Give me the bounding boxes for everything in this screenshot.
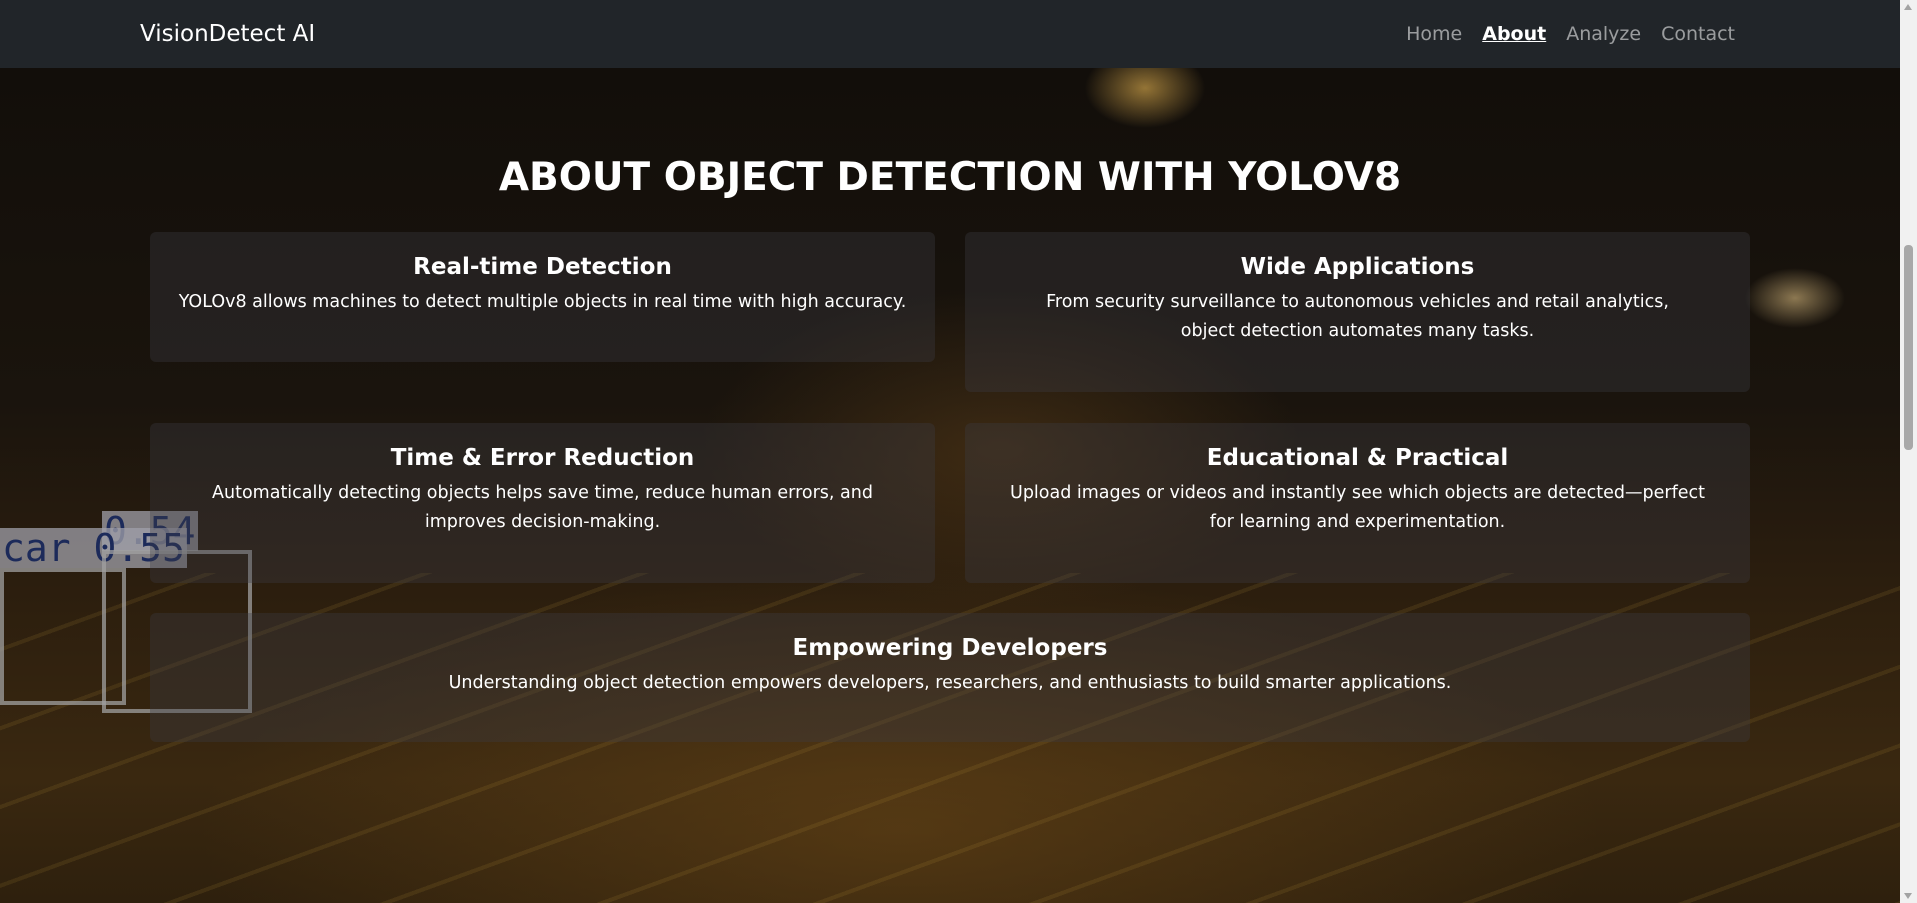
feature-card: Real-time Detection YOLOv8 allows machin…	[150, 232, 935, 362]
navbar: VisionDetect AI Home About Analyze Conta…	[0, 0, 1900, 68]
card-title: Time & Error Reduction	[390, 445, 695, 471]
nav-links: Home About Analyze Contact	[1406, 23, 1735, 45]
card-text: YOLOv8 allows machines to detect multipl…	[178, 292, 907, 312]
card-text: Automatically detecting objects helps sa…	[212, 483, 873, 532]
card-title: Empowering Developers	[792, 635, 1108, 661]
brand-logo[interactable]: VisionDetect AI	[140, 21, 315, 47]
card-title: Educational & Practical	[1206, 445, 1509, 471]
card-text: From security surveillance to autonomous…	[1046, 292, 1669, 341]
feature-card: Time & Error Reduction Automatically det…	[150, 423, 935, 583]
card-title: Real-time Detection	[413, 254, 672, 280]
card-title: Wide Applications	[1240, 254, 1475, 280]
scroll-up-arrow-icon[interactable]	[1904, 4, 1912, 10]
nav-link-home[interactable]: Home	[1406, 23, 1462, 45]
nav-link-about[interactable]: About	[1482, 23, 1546, 45]
scrollbar-thumb[interactable]	[1904, 245, 1913, 450]
nav-link-contact[interactable]: Contact	[1661, 23, 1735, 45]
card-text: Understanding object detection empowers …	[448, 673, 1452, 693]
scroll-down-arrow-icon[interactable]	[1904, 893, 1912, 899]
scrollbar[interactable]	[1900, 0, 1917, 903]
feature-card: Educational & Practical Upload images or…	[965, 423, 1750, 583]
feature-card: Wide Applications From security surveill…	[965, 232, 1750, 392]
feature-card: Empowering Developers Understanding obje…	[150, 613, 1750, 742]
nav-link-analyze[interactable]: Analyze	[1566, 23, 1641, 45]
page-title: ABOUT OBJECT DETECTION WITH YOLOV8	[498, 155, 1402, 200]
card-text: Upload images or videos and instantly se…	[1010, 483, 1705, 532]
